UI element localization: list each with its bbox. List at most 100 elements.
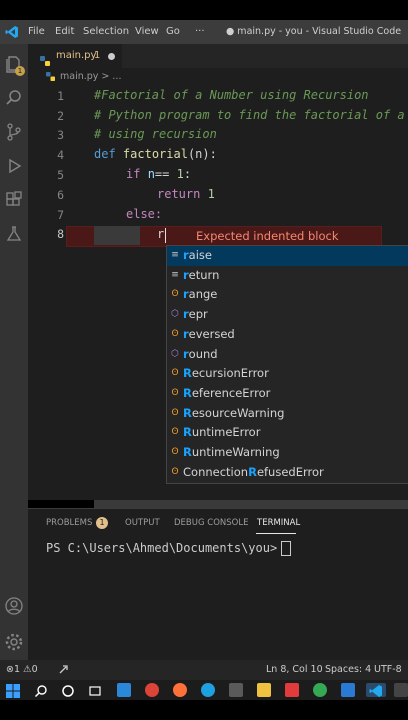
line-number: 4 (57, 148, 64, 162)
live-share-icon[interactable] (58, 663, 70, 678)
class-icon: ʘ (171, 407, 179, 418)
suggestion-rest: untimeWarning (191, 445, 280, 459)
extensions-icon[interactable] (4, 190, 24, 210)
suggestion-label: ResourceWarning (183, 406, 284, 420)
errors-warnings-status[interactable]: ⊗1 ⚠0 (6, 664, 38, 675)
taskbar-app-icon[interactable] (394, 683, 408, 697)
app-icon[interactable] (341, 683, 355, 697)
suggestion-item[interactable]: ʘ reversed (167, 325, 408, 345)
suggestion-label: RuntimeError (183, 425, 260, 439)
autocomplete-suggest-widget[interactable]: ≡ raise ≡ return ʘ range ⬡ repr ʘ reversed ⬡ round ʘ… (166, 245, 408, 484)
suggestion-rest: ecursionError (191, 366, 269, 381)
firefox-icon[interactable] (173, 683, 187, 697)
suggestion-item[interactable]: ⬡ repr (167, 305, 408, 325)
class-icon: ʘ (171, 387, 179, 398)
suggestion-label: repr (183, 307, 208, 321)
windows-start-icon[interactable] (6, 683, 20, 698)
suggestion-rest: ound (188, 346, 218, 361)
cursor-position[interactable]: Ln 8, Col 10 (266, 664, 323, 675)
menu-go[interactable]: Go (166, 26, 180, 37)
suggestion-item[interactable]: ≡ return (167, 266, 408, 286)
breadcrumb-text[interactable]: main.py > ... (60, 71, 121, 82)
edge-icon[interactable] (201, 683, 215, 697)
suggestion-item[interactable]: ʘ ResourceWarning (167, 404, 408, 424)
suggestion-label: RecursionError (183, 366, 269, 380)
chrome-icon[interactable] (145, 683, 159, 697)
tab-problems[interactable]: PROBLEMS (46, 518, 92, 528)
suggestion-match: R (183, 425, 192, 440)
unsaved-dot-icon[interactable] (108, 53, 115, 60)
code-line-5: if n== 1: (126, 167, 191, 181)
suggestion-item[interactable]: ʘ ReferenceError (167, 384, 408, 404)
suggestion-item[interactable]: ʘ RecursionError (167, 364, 408, 384)
run-debug-icon[interactable] (4, 156, 24, 176)
code-line-7: else: (126, 207, 163, 221)
tab-debug-console[interactable]: DEBUG CONSOLE (174, 518, 248, 528)
suggestion-item[interactable]: ʘ range (167, 285, 408, 305)
tab-label: main.py (56, 50, 97, 61)
terminal-prompt-line[interactable]: PS C:\Users\Ahmed\Documents\you> (46, 541, 292, 556)
suggestion-label: round (183, 347, 218, 361)
task-view-icon[interactable] (88, 683, 102, 697)
code-line-8: r (157, 227, 165, 241)
line-number: 7 (57, 208, 64, 222)
editor-horizontal-scrollbar[interactable] (94, 500, 408, 508)
suggestion-rest: ange (188, 287, 218, 302)
menu-view[interactable]: View (135, 26, 159, 37)
windows-taskbar (0, 680, 408, 700)
encoding-status[interactable]: UTF-8 (374, 664, 402, 675)
file-explorer-icon[interactable] (257, 683, 271, 697)
suggestion-rest: eturn (188, 267, 220, 282)
testing-flask-icon[interactable] (4, 224, 24, 244)
class-icon: ʘ (171, 328, 179, 339)
tab-terminal[interactable]: TERMINAL (257, 518, 300, 528)
indentation-status[interactable]: Spaces: 4 (325, 664, 371, 675)
suggestion-item[interactable]: ʘ RuntimeError (167, 423, 408, 443)
explorer-badge: 1 (15, 66, 25, 76)
num-1: 1 (207, 187, 215, 201)
taskbar-search-icon[interactable] (34, 683, 48, 698)
tab-problem-count: 1 (94, 50, 101, 61)
source-control-icon[interactable] (4, 122, 24, 142)
store-icon[interactable] (229, 683, 243, 697)
menu-edit[interactable]: Edit (55, 26, 74, 37)
keyword-icon: ≡ (171, 269, 179, 280)
suggestion-label: raise (183, 248, 212, 262)
account-icon[interactable] (4, 596, 24, 616)
code-line-6: return 1 (157, 187, 215, 201)
explorer-icon[interactable]: 1 (4, 54, 25, 76)
vscode-taskbar-icon[interactable] (366, 683, 386, 697)
mail-icon[interactable] (117, 683, 131, 697)
suggestion-match: R (183, 405, 192, 420)
colon: : (183, 167, 192, 181)
error-count: 1 (13, 664, 21, 675)
keyword-def: def (94, 147, 116, 161)
editor-tab-bar: main.py 1 (28, 44, 408, 68)
chrome-alt-icon[interactable] (313, 683, 327, 697)
num-1: 1 (176, 167, 184, 181)
menu-more[interactable]: ··· (195, 26, 205, 37)
suggestion-match: R (183, 366, 192, 381)
class-icon: ʘ (171, 427, 179, 438)
menu-selection[interactable]: Selection (83, 26, 129, 37)
tab-output[interactable]: OUTPUT (125, 518, 160, 528)
settings-gear-icon[interactable] (4, 632, 24, 652)
menu-file[interactable]: File (28, 26, 45, 37)
search-icon[interactable] (4, 88, 24, 108)
line-number: 3 (57, 128, 64, 142)
class-icon: ʘ (171, 289, 179, 300)
tab-main-py[interactable]: main.py 1 (28, 44, 122, 68)
cortana-icon[interactable] (61, 683, 75, 697)
suggestion-label: range (183, 287, 217, 301)
suggestion-item[interactable]: ≡ raise (167, 246, 408, 266)
problems-count-badge: 1 (96, 517, 108, 529)
current-line-indent (94, 226, 140, 245)
error-icon: ⊗ (6, 664, 14, 675)
keyword-icon: ≡ (171, 250, 179, 260)
suggestion-rest: epr (188, 307, 208, 322)
suggestion-item[interactable]: ⬡ round (167, 345, 408, 365)
vlc-icon[interactable] (285, 683, 299, 697)
status-bar: ⊗1 ⚠0 Ln 8, Col 10 Spaces: 4 UTF-8 (0, 660, 408, 680)
suggestion-item[interactable]: ʘ RuntimeWarning (167, 443, 408, 463)
suggestion-item[interactable]: ʘ ConnectionRefusedError (167, 463, 408, 483)
